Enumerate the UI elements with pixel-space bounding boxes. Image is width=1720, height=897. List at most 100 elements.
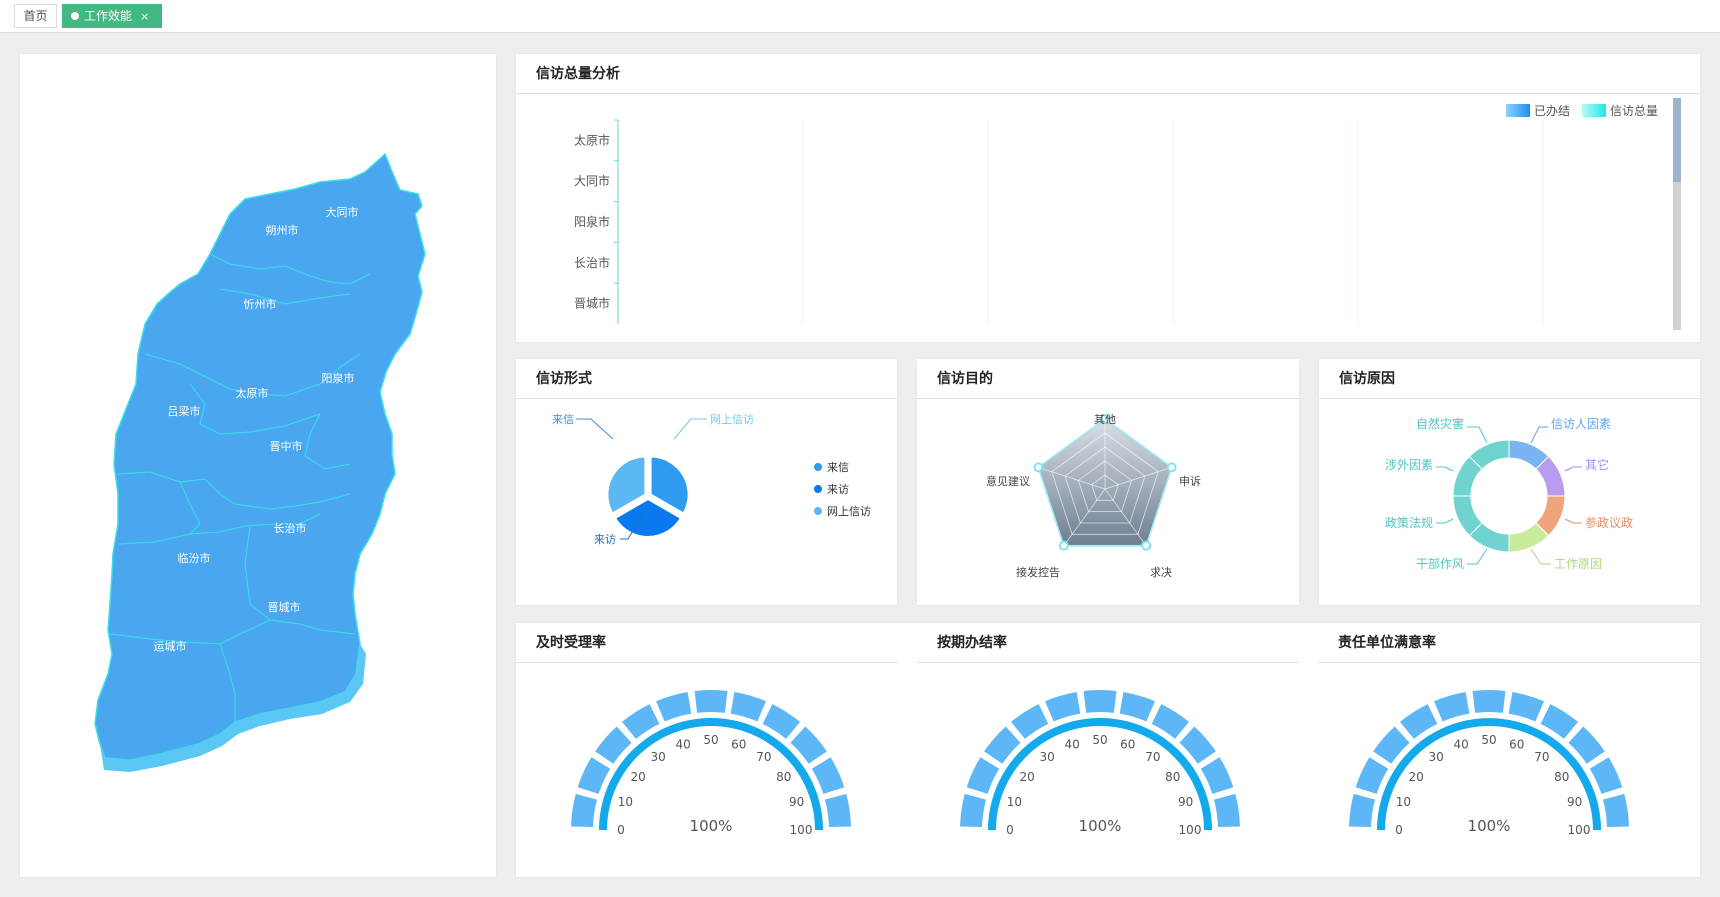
donut-label: 干部作风 — [1416, 556, 1464, 571]
tab-label: 工作效能 — [84, 9, 133, 23]
y-tick-label: 阳泉市 — [574, 214, 610, 229]
radar-point[interactable] — [1058, 540, 1069, 551]
gauge-band-segment — [1472, 690, 1506, 713]
gauge-band-segment — [1355, 757, 1389, 794]
y-tick-label: 太原市 — [574, 132, 610, 147]
gauge-band-segment — [1214, 793, 1240, 828]
gauge-tick-label: 70 — [1145, 750, 1160, 764]
gauge-tick-label: 30 — [650, 750, 665, 764]
gauge-tick-label: 100 — [1568, 823, 1591, 837]
city-label[interactable]: 晋城市 — [268, 600, 301, 614]
city-label[interactable]: 运城市 — [154, 639, 187, 653]
gauge-band-segment — [1399, 704, 1438, 739]
gauge-band-segment — [811, 757, 845, 794]
total-analysis-chart: 太原市大同市阳泉市长治市晋城市 已办结 信访总量 — [574, 98, 1681, 330]
legend-label[interactable]: 信访总量 — [1610, 104, 1658, 118]
gauge-tick-label: 40 — [1454, 737, 1469, 751]
active-dot-icon — [71, 12, 79, 20]
city-label[interactable]: 晋中市 — [270, 439, 303, 453]
gauge-tick-label: 10 — [1007, 795, 1022, 809]
gauge-tick-label: 30 — [1428, 750, 1443, 764]
city-label[interactable]: 大同市 — [326, 205, 359, 219]
radar-point[interactable] — [1141, 540, 1152, 551]
label-leader — [1564, 518, 1582, 524]
gauge-tick-label: 50 — [1481, 733, 1496, 747]
gauge-band-segment — [1349, 793, 1375, 828]
province-shape — [94, 152, 426, 761]
legend-label[interactable]: 网上信访 — [827, 505, 871, 518]
gauge-band-segment — [1603, 793, 1629, 828]
label-leader — [1467, 426, 1488, 444]
gauge-tick-label: 80 — [1554, 770, 1569, 784]
gauge-tick-label: 50 — [703, 733, 718, 747]
gauges-chart: 010203040 50 60708090100100% 010203040 50 607… — [571, 690, 1629, 837]
city-label[interactable]: 忻州市 — [244, 297, 277, 311]
gauge-tick-label: 90 — [1178, 795, 1193, 809]
radar-point[interactable] — [1166, 462, 1177, 473]
gauges-panel: 及时受理率 按期办结率 责任单位满意率 0 10 20 30 40 50 60 70 80 90 1… — [516, 623, 1700, 877]
pie-label: 来信 — [552, 413, 574, 426]
radar-indicator-label: 申诉 — [1179, 475, 1201, 488]
forms-panel: 信访形式 来信 网上信访 来访 来信 来访 网上信访 — [516, 359, 897, 605]
donut-label: 其它 — [1585, 457, 1609, 472]
city-label[interactable]: 阳泉市 — [322, 371, 355, 385]
gauge-band-segment — [730, 691, 766, 722]
donut-label: 参政议政 — [1585, 515, 1633, 530]
tab-work-efficiency[interactable]: 工作效能 × — [62, 4, 162, 28]
legend-label[interactable]: 来访 — [827, 483, 849, 496]
city-label[interactable]: 吕梁市 — [168, 404, 201, 418]
gauge-tick-label: 40 — [676, 737, 691, 751]
gauge-tick-label: 90 — [789, 795, 804, 809]
gauge-band-segment — [1083, 690, 1117, 713]
donut-label: 涉外因素 — [1385, 458, 1433, 472]
label-leader — [1530, 426, 1548, 444]
gauge-tick-label: 10 — [1396, 795, 1411, 809]
gauge-band-segment — [1508, 691, 1544, 722]
donut-label: 信访人因素 — [1551, 417, 1611, 431]
gauge-band-segment — [825, 793, 851, 828]
tab-home[interactable]: 首页 — [14, 4, 57, 28]
radar-point[interactable] — [1033, 462, 1044, 473]
city-label[interactable]: 长治市 — [274, 521, 307, 535]
gauge-band-segment — [960, 793, 986, 828]
legend-label[interactable]: 已办结 — [1534, 103, 1570, 118]
gauge-band-segment — [694, 690, 728, 713]
city-label[interactable]: 朔州市 — [266, 223, 299, 237]
label-leader — [576, 418, 614, 440]
close-icon[interactable]: × — [140, 10, 149, 23]
radar-indicator-label: 接发控告 — [1016, 565, 1060, 579]
gauge-tick-label: 0 — [1006, 823, 1014, 837]
gauge-tick-label: 100 — [790, 823, 813, 837]
gauge-tick-label: 60 — [1509, 737, 1524, 751]
tab-bar: 首页 工作效能 × — [0, 0, 1720, 33]
radar-indicator-label: 意见建议 — [986, 474, 1030, 488]
map-panel: 大同市朔州市忻州市阳泉市太原市吕梁市晋中市长治市临汾市晋城市运城市 — [20, 54, 496, 877]
city-label[interactable]: 临汾市 — [178, 551, 211, 565]
gauge-tick-label: 10 — [618, 795, 633, 809]
scrollbar-thumb[interactable] — [1673, 98, 1681, 182]
pie-label: 网上信访 — [710, 413, 754, 426]
gauge-value-label: 100% — [1079, 817, 1122, 835]
gauge-tick-label: 20 — [1020, 770, 1035, 784]
gauge-band-segment — [1200, 757, 1234, 794]
gauge-tick-label: 60 — [731, 737, 746, 751]
donut-label: 工作原因 — [1554, 557, 1602, 571]
gauge-band-segment — [1010, 704, 1049, 739]
gauge-tick-label: 20 — [1409, 770, 1424, 784]
legend-swatch — [1582, 104, 1606, 117]
gauge-tick-label: 30 — [1039, 750, 1054, 764]
gauge-band-segment — [1119, 691, 1155, 722]
legend-dot — [814, 463, 822, 471]
pie-label: 来访 — [594, 533, 616, 546]
gauge-tick-label: 20 — [631, 770, 646, 784]
gauge-value-label: 100% — [1468, 817, 1511, 835]
legend-label[interactable]: 来信 — [827, 461, 849, 474]
gauge-band-segment — [1589, 757, 1623, 794]
city-label[interactable]: 太原市 — [236, 386, 269, 400]
gauge-tick-label: 70 — [1534, 750, 1549, 764]
gauge-band-segment — [1434, 691, 1470, 722]
gauge-value-label: 100% — [690, 817, 733, 835]
reasons-panel: 信访原因 信访人因素 其它 参政议政 工作原因 干部作风 政策法规 涉外因素 自然灾害 — [1319, 359, 1700, 605]
gauge-band-segment — [656, 691, 692, 722]
label-leader — [673, 418, 707, 440]
